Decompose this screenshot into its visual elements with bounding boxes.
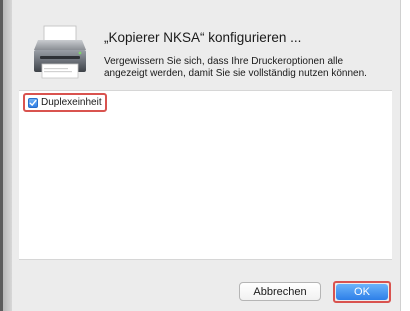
duplex-checkbox[interactable] xyxy=(28,97,38,108)
background xyxy=(401,0,410,311)
checkmark-icon xyxy=(29,99,37,106)
options-panel xyxy=(19,90,392,260)
ok-button[interactable]: OK xyxy=(336,284,388,300)
printer-icon xyxy=(30,20,90,82)
dialog-message: Vergewissern Sie sich, dass Ihre Drucker… xyxy=(104,56,367,79)
cancel-button[interactable]: Abbrechen xyxy=(239,282,321,301)
dialog-title: „Kopierer NKSA“ konfigurieren ... xyxy=(104,30,302,45)
window-edge xyxy=(0,0,12,311)
duplex-option[interactable]: Duplexeinheit xyxy=(23,93,107,112)
page: „Kopierer NKSA“ konfigurieren ... Vergew… xyxy=(0,0,410,311)
duplex-label: Duplexeinheit xyxy=(41,97,102,108)
ok-button-highlight: OK xyxy=(333,281,391,303)
